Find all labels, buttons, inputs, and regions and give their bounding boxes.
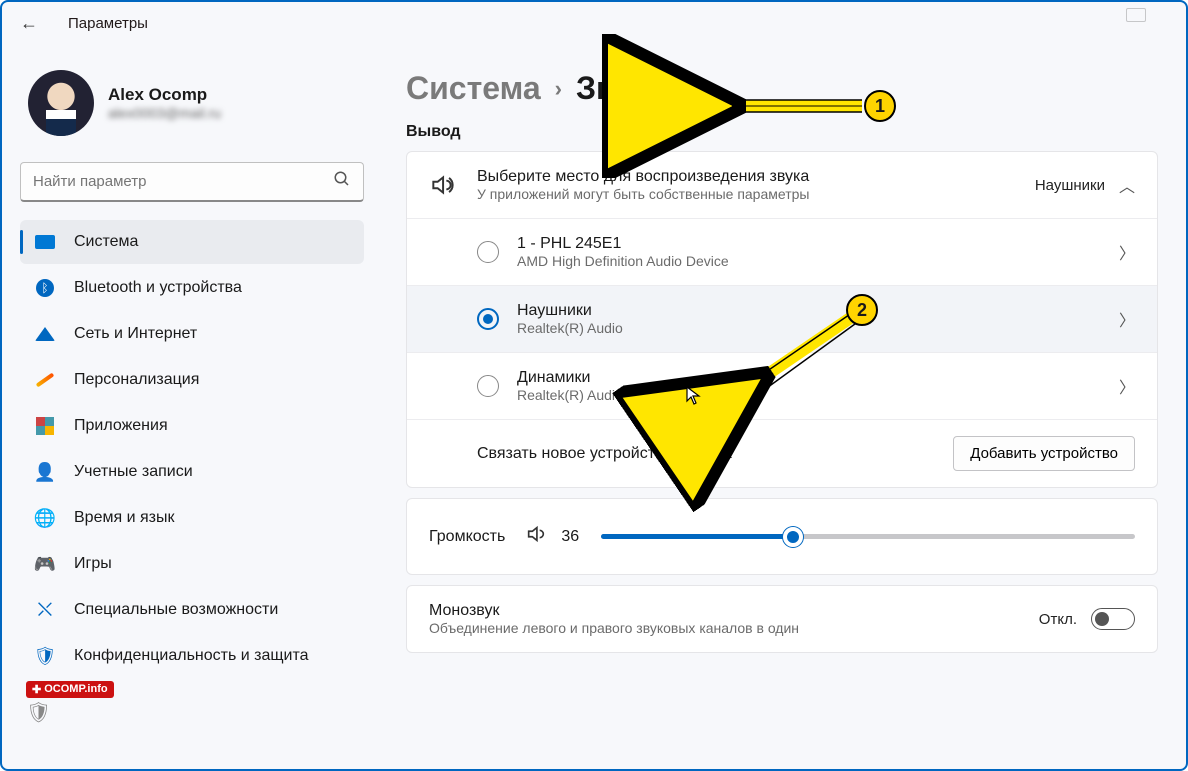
nav-item-accounts[interactable]: 👤 Учетные записи: [20, 450, 364, 494]
globe-icon: 🌐: [34, 507, 56, 529]
nav: Система ᛒ Bluetooth и устройства Сеть и И…: [20, 220, 364, 678]
chevron-up-icon: ︿: [1119, 173, 1135, 197]
nav-label: Персонализация: [74, 371, 199, 389]
shield-icon: 🛡: [34, 645, 56, 667]
mono-card: Монозвук Объединение левого и правого зв…: [406, 585, 1158, 653]
device-row-speakers[interactable]: Динамики Realtek(R) Audio 〉: [407, 353, 1157, 420]
picker-title: Выберите место для воспроизведения звука: [477, 168, 1035, 186]
mono-row[interactable]: Монозвук Объединение левого и правого зв…: [407, 586, 1157, 652]
nav-label: Специальные возможности: [74, 601, 278, 619]
mono-title: Монозвук: [429, 602, 1039, 620]
volume-label: Громкость: [429, 528, 505, 546]
radio-unselected[interactable]: [477, 241, 499, 263]
breadcrumb-root[interactable]: Система: [406, 70, 541, 107]
chevron-right-icon: ›: [555, 76, 562, 102]
search-input[interactable]: [33, 173, 333, 190]
bluetooth-icon: ᛒ: [34, 277, 56, 299]
nav-label: Время и язык: [74, 509, 174, 527]
nav-item-apps[interactable]: Приложения: [20, 404, 364, 448]
device-desc: Realtek(R) Audio: [517, 320, 1119, 336]
output-card: Выберите место для воспроизведения звука…: [406, 151, 1158, 488]
nav-item-bluetooth[interactable]: ᛒ Bluetooth и устройства: [20, 266, 364, 310]
device-row-phl[interactable]: 1 - PHL 245E1 AMD High Definition Audio …: [407, 219, 1157, 286]
output-picker-row[interactable]: Выберите место для воспроизведения звука…: [407, 152, 1157, 219]
nav-label: Сеть и Интернет: [74, 325, 197, 343]
watermark: ✚OCOMP.info 🛡: [26, 681, 114, 725]
chevron-right-icon[interactable]: 〉: [1119, 374, 1135, 398]
pair-label: Связать новое устройство вывода: [477, 445, 732, 463]
device-row-headphones[interactable]: Наушники Realtek(R) Audio 〉: [407, 286, 1157, 353]
nav-label: Система: [74, 233, 138, 251]
volume-row: Громкость 36: [407, 499, 1157, 574]
volume-icon[interactable]: [525, 523, 547, 550]
nav-item-privacy[interactable]: 🛡 Конфиденциальность и защита: [20, 634, 364, 678]
system-icon: [34, 231, 56, 253]
slider-thumb[interactable]: [783, 527, 803, 547]
search-icon: [333, 170, 351, 193]
sidebar: Alex Ocomp alex0003@mail.ru Система ᛒ Blu…: [2, 44, 382, 769]
volume-value: 36: [561, 528, 587, 546]
device-desc: AMD High Definition Audio Device: [517, 253, 1119, 269]
nav-item-accessibility[interactable]: ⛌ Специальные возможности: [20, 588, 364, 632]
device-desc: Realtek(R) Audio: [517, 387, 1119, 403]
profile-email: alex0003@mail.ru: [108, 105, 221, 121]
volume-card: Громкость 36: [406, 498, 1158, 575]
main-content: Система › Звук Вывод Выберите место для …: [382, 44, 1186, 769]
back-button[interactable]: ←: [20, 13, 40, 34]
breadcrumb: Система › Звук: [406, 70, 1158, 107]
settings-window: ← Параметры Alex Ocomp alex0003@mail.ru …: [0, 0, 1188, 771]
mono-state-label: Откл.: [1039, 611, 1077, 628]
device-name: 1 - PHL 245E1: [517, 235, 1119, 253]
profile-name: Alex Ocomp: [108, 85, 221, 105]
shield-icon: 🛡: [26, 700, 114, 725]
radio-unselected[interactable]: [477, 375, 499, 397]
avatar: [28, 70, 94, 136]
chevron-right-icon[interactable]: 〉: [1119, 307, 1135, 331]
accessibility-icon: ⛌: [34, 599, 56, 621]
nav-label: Приложения: [74, 417, 168, 435]
apps-icon: [34, 415, 56, 437]
search-box[interactable]: [20, 162, 364, 202]
nav-item-time-lang[interactable]: 🌐 Время и язык: [20, 496, 364, 540]
add-device-button[interactable]: Добавить устройство: [953, 436, 1135, 471]
mono-subtitle: Объединение левого и правого звуковых ка…: [429, 620, 909, 636]
nav-item-gaming[interactable]: 🎮 Игры: [20, 542, 364, 586]
nav-item-network[interactable]: Сеть и Интернет: [20, 312, 364, 356]
gamepad-icon: 🎮: [34, 553, 56, 575]
chevron-right-icon[interactable]: 〉: [1119, 240, 1135, 264]
profile-block[interactable]: Alex Ocomp alex0003@mail.ru: [20, 56, 364, 156]
wifi-icon: [34, 323, 56, 345]
nav-label: Игры: [74, 555, 112, 573]
speaker-icon: [429, 172, 477, 198]
radio-selected[interactable]: [477, 308, 499, 330]
mono-toggle[interactable]: [1091, 608, 1135, 630]
picker-subtitle: У приложений могут быть собственные пара…: [477, 186, 1035, 202]
window-title: Параметры: [68, 15, 148, 32]
nav-label: Конфиденциальность и защита: [74, 647, 309, 665]
volume-slider[interactable]: [601, 534, 1135, 539]
device-name: Наушники: [517, 302, 1119, 320]
nav-item-system[interactable]: Система: [20, 220, 364, 264]
slider-fill: [601, 534, 793, 539]
device-name: Динамики: [517, 369, 1119, 387]
nav-item-personalization[interactable]: Персонализация: [20, 358, 364, 402]
nav-label: Bluetooth и устройства: [74, 279, 242, 297]
output-section-label: Вывод: [406, 123, 1158, 141]
mouse-cursor-icon: [686, 386, 702, 411]
current-device-label: Наушники: [1035, 177, 1105, 194]
person-icon: 👤: [34, 461, 56, 483]
brush-icon: [34, 369, 56, 391]
titlebar: ← Параметры: [2, 2, 1186, 44]
nav-label: Учетные записи: [74, 463, 193, 481]
restore-button[interactable]: [1126, 8, 1146, 22]
pair-device-row: Связать новое устройство вывода Добавить…: [407, 420, 1157, 487]
breadcrumb-current: Звук: [576, 70, 649, 107]
